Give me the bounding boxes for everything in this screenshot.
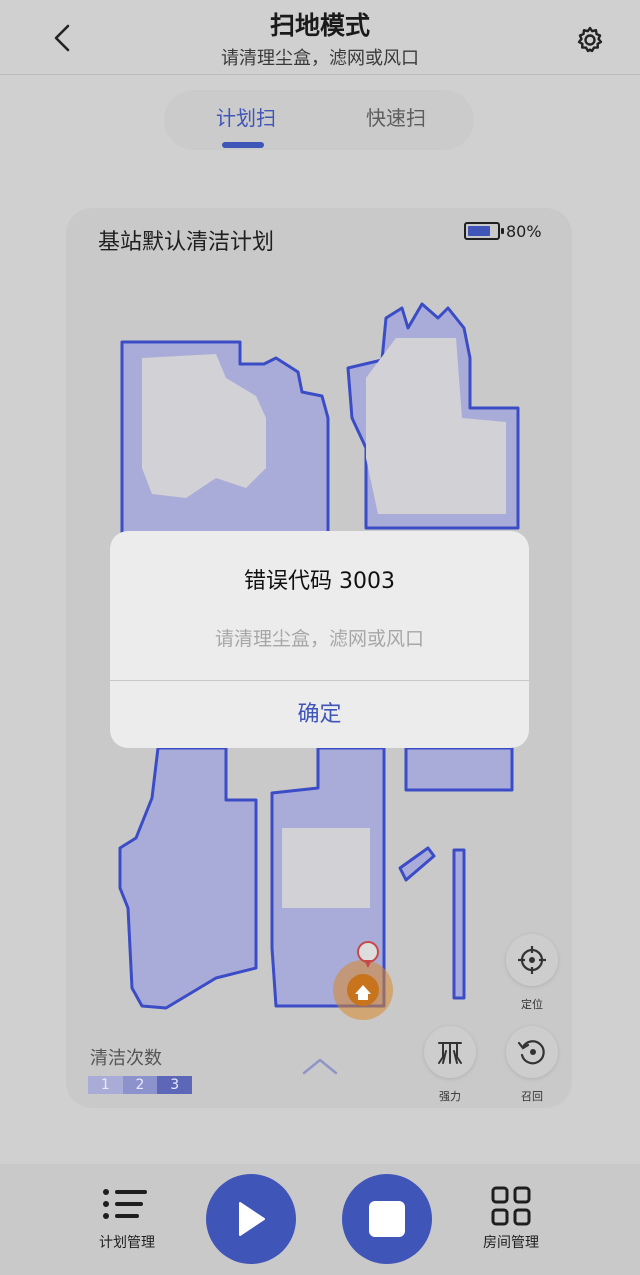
tab-quick-clean[interactable]: 快速扫 — [336, 102, 456, 131]
header: 扫地模式 请清理尘盒，滤网或风口 — [0, 0, 640, 75]
dialog-title: 错误代码 3003 — [244, 569, 395, 594]
plan-manage-label: 计划管理 — [99, 1235, 155, 1251]
suction-power-label: 强力 — [439, 1090, 461, 1103]
return-icon — [517, 1040, 545, 1065]
bottom-toolbar: 计划管理 房间管理 — [0, 1164, 640, 1275]
locate-label: 定位 — [521, 998, 543, 1011]
chevron-up-icon — [302, 1058, 338, 1075]
map-explored-patch-2 — [366, 338, 506, 514]
recall-label: 召回 — [521, 1090, 543, 1103]
list-icon — [103, 1189, 147, 1219]
gear-icon — [577, 26, 603, 53]
suction-power-button[interactable] — [424, 1026, 476, 1078]
dialog-confirm-button[interactable]: 确定 — [110, 681, 529, 748]
clean-count-label: 清洁次数 — [90, 1048, 162, 1069]
room-grid-icon — [491, 1186, 531, 1226]
active-tab-indicator — [222, 142, 264, 148]
cleaning-tabs: 计划扫 快速扫 — [164, 90, 474, 150]
stop-button[interactable] — [342, 1174, 432, 1264]
locate-button[interactable] — [506, 934, 558, 986]
page-title: 扫地模式 — [269, 11, 370, 40]
clean-count-option-3[interactable]: 3 — [157, 1076, 193, 1094]
play-icon — [239, 1202, 265, 1236]
crosshair-icon — [518, 946, 546, 974]
map-corridor-diag — [398, 846, 436, 882]
dialog-message: 请清理尘盒，滤网或风口 — [214, 628, 424, 650]
clean-count-selector[interactable]: 1 2 3 — [88, 1076, 193, 1094]
start-button[interactable] — [206, 1174, 296, 1264]
room-manage-label: 房间管理 — [483, 1235, 539, 1251]
map-room-lower-right — [404, 746, 514, 792]
clean-count-option-1[interactable]: 1 — [88, 1076, 123, 1094]
page-subtitle: 请清理尘盒，滤网或风口 — [221, 48, 419, 69]
recall-button[interactable] — [506, 1026, 558, 1078]
expand-panel-button[interactable] — [302, 1056, 338, 1076]
map-explored-patch-3 — [282, 828, 370, 908]
stop-icon — [369, 1201, 405, 1237]
plan-manage-button[interactable]: 计划管理 — [82, 1186, 172, 1256]
settings-button[interactable] — [570, 20, 610, 60]
error-dialog: 错误代码 3003 请清理尘盒，滤网或风口 确定 — [110, 531, 529, 748]
tab-scheduled-clean[interactable]: 计划扫 — [186, 102, 306, 131]
suction-power-icon — [438, 1042, 462, 1064]
room-manage-button[interactable]: 房间管理 — [466, 1186, 556, 1256]
clean-count-option-2[interactable]: 2 — [122, 1076, 158, 1094]
map-room-lower-left — [118, 746, 258, 1010]
map-corridor-right — [452, 848, 466, 1000]
